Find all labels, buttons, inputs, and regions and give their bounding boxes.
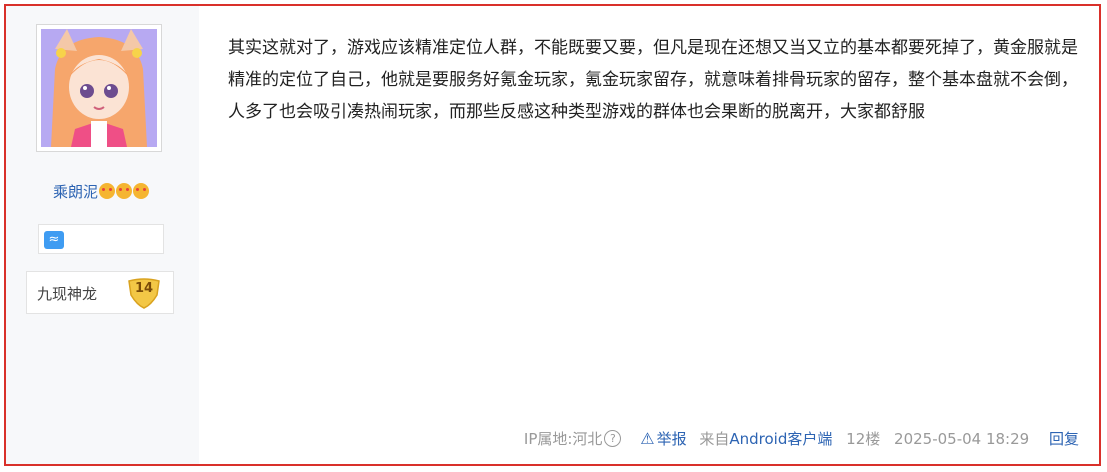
forum-level-badge[interactable]: 九现神龙 14 — [26, 271, 174, 314]
heart-eyes-emoji-icon — [133, 183, 149, 199]
aquarius-icon[interactable]: ≈ — [44, 231, 64, 249]
author-sidebar: 乘朗泥 ≈ 九现神龙 14 — [6, 6, 199, 464]
warning-icon: ⚠ — [640, 429, 655, 448]
badge-row: ≈ — [38, 224, 164, 254]
post-card: 乘朗泥 ≈ 九现神龙 14 其实这就对了，游戏应该精准定位人群，不能既要又要，但… — [4, 4, 1101, 466]
client-source-link[interactable]: Android客户端 — [729, 428, 832, 449]
help-icon[interactable]: ? — [604, 430, 622, 447]
post-timestamp: 2025-05-04 18:29 — [894, 429, 1030, 448]
avatar[interactable] — [36, 24, 162, 152]
reply-button[interactable]: 回复 — [1049, 428, 1079, 449]
report-label: 举报 — [656, 430, 687, 448]
floor-number: 12楼 — [846, 430, 881, 448]
post-content: 其实这就对了，游戏应该精准定位人群，不能既要又要，但凡是现在还想又当又立的基本都… — [228, 38, 1078, 122]
post-footer: IP属地:河北? ⚠ 举报 来自Android客户端 12楼 2025-05-04… — [524, 428, 1079, 449]
level-title: 九现神龙 — [37, 285, 98, 303]
level-number: 14 — [134, 281, 154, 296]
ip-location: IP属地:河北 — [523, 430, 603, 448]
kiss-emoji-icon — [116, 183, 132, 199]
report-button[interactable]: ⚠ 举报 — [640, 428, 686, 449]
username-row: 乘朗泥 — [6, 181, 196, 202]
source-prefix: 来自 — [699, 430, 730, 448]
avatar-image — [41, 29, 157, 147]
username-link[interactable]: 乘朗泥 — [53, 183, 98, 201]
heart-eyes-emoji-icon — [99, 183, 115, 199]
